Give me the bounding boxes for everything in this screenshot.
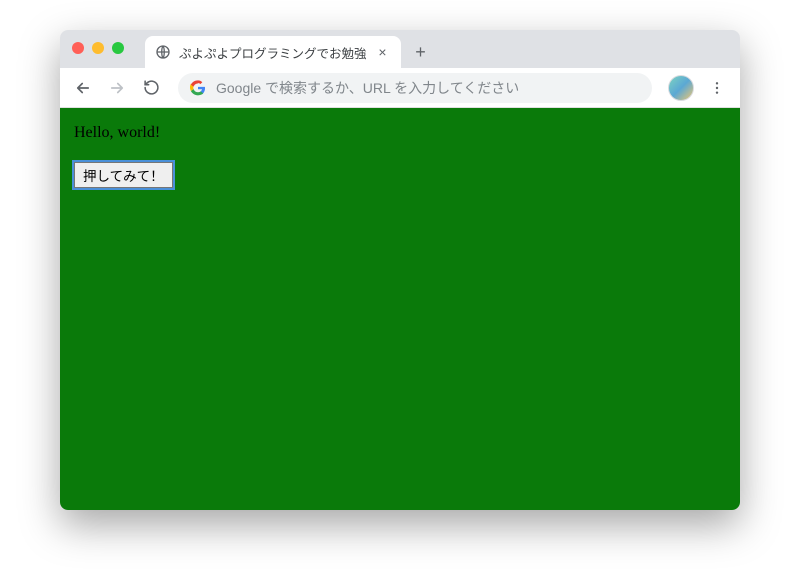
browser-window: ぷよぷよプログラミングでお勉強 × + Google で検索するか、URL を入	[60, 30, 740, 510]
titlebar: ぷよぷよプログラミングでお勉強 × +	[60, 30, 740, 68]
google-icon	[190, 80, 206, 96]
profile-avatar[interactable]	[668, 75, 694, 101]
new-tab-button[interactable]: +	[407, 38, 435, 66]
page-viewport: Hello, world! 押してみて！	[60, 108, 740, 510]
window-controls	[72, 42, 124, 54]
maximize-window-button[interactable]	[112, 42, 124, 54]
greeting-text: Hello, world!	[74, 124, 726, 142]
try-press-button[interactable]: 押してみて！	[74, 162, 173, 188]
browser-tab[interactable]: ぷよぷよプログラミングでお勉強 ×	[145, 36, 401, 68]
globe-icon	[155, 44, 171, 60]
address-placeholder: Google で検索するか、URL を入力してください	[216, 78, 640, 98]
menu-button[interactable]	[702, 73, 732, 103]
address-bar[interactable]: Google で検索するか、URL を入力してください	[178, 73, 652, 103]
forward-button[interactable]	[102, 73, 132, 103]
back-button[interactable]	[68, 73, 98, 103]
toolbar: Google で検索するか、URL を入力してください	[60, 68, 740, 108]
tab-title: ぷよぷよプログラミングでお勉強	[179, 43, 367, 62]
minimize-window-button[interactable]	[92, 42, 104, 54]
close-tab-button[interactable]: ×	[375, 44, 391, 60]
close-window-button[interactable]	[72, 42, 84, 54]
reload-button[interactable]	[136, 73, 166, 103]
